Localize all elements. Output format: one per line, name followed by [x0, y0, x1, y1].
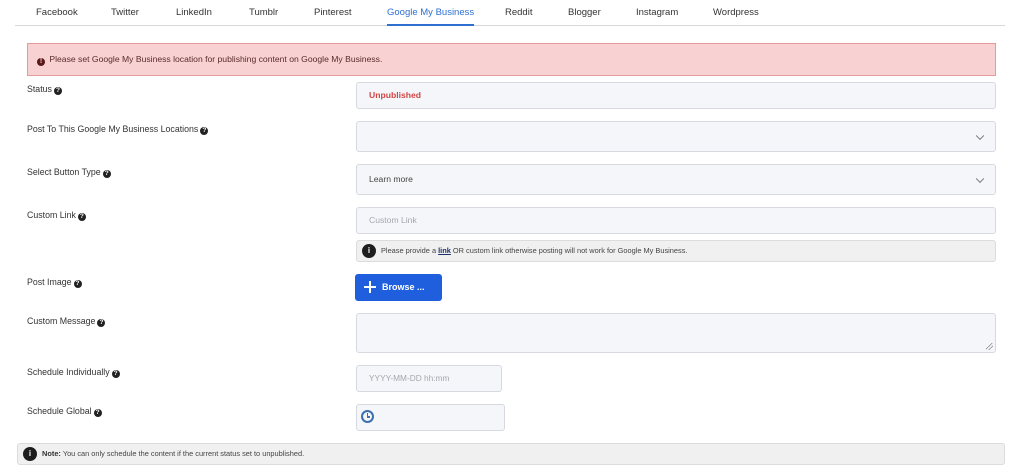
- custom-link-info: i Please provide a link OR custom link o…: [356, 240, 996, 262]
- tab-wordpress[interactable]: Wordpress: [713, 0, 759, 26]
- schedule-global-label: Schedule Global?: [27, 406, 102, 417]
- status-label: Status?: [27, 84, 62, 95]
- note-bold-label: Note:: [42, 449, 61, 458]
- button-type-select-value: Learn more: [369, 174, 413, 184]
- info-text-before: Please provide a: [381, 246, 437, 255]
- custom-message-label: Custom Message?: [27, 316, 106, 327]
- info-circle-icon: i: [362, 244, 376, 258]
- info-link[interactable]: link: [438, 246, 451, 255]
- post-image-label-text: Post Image: [27, 277, 72, 287]
- browse-button-label: Browse ...: [382, 282, 425, 292]
- question-circle-icon[interactable]: ?: [93, 409, 102, 417]
- button-type-label-text: Select Button Type: [27, 167, 101, 177]
- tab-blogger[interactable]: Blogger: [568, 0, 601, 26]
- tab-pinterest[interactable]: Pinterest: [314, 0, 352, 26]
- question-circle-icon[interactable]: ?: [200, 127, 209, 135]
- tab-twitter[interactable]: Twitter: [111, 0, 139, 26]
- custom-message-label-text: Custom Message: [27, 316, 96, 326]
- post-image-label: Post Image?: [27, 277, 82, 288]
- tab-facebook[interactable]: Facebook: [36, 0, 78, 26]
- button-type-select[interactable]: Learn more: [356, 164, 996, 195]
- locations-label-text: Post To This Google My Business Location…: [27, 124, 199, 134]
- schedule-note: i Note: You can only schedule the conten…: [17, 443, 1005, 465]
- clock-icon[interactable]: [361, 410, 374, 423]
- network-tabs: Facebook Twitter LinkedIn Tumblr Pintere…: [15, 0, 1005, 26]
- question-circle-icon[interactable]: ?: [97, 319, 106, 327]
- chevron-down-icon: [975, 174, 985, 183]
- question-circle-icon[interactable]: ?: [111, 370, 120, 378]
- status-value: Unpublished: [369, 90, 422, 100]
- button-type-label: Select Button Type?: [27, 167, 111, 178]
- tab-instagram[interactable]: Instagram: [636, 0, 678, 26]
- question-circle-icon[interactable]: ?: [53, 87, 62, 95]
- alert-text: Please set Google My Business location f…: [49, 54, 383, 64]
- exclamation-circle-icon: !: [37, 58, 45, 66]
- custom-message-textarea[interactable]: [356, 313, 996, 353]
- status-label-text: Status: [27, 84, 52, 94]
- question-circle-icon[interactable]: ?: [77, 213, 86, 221]
- locations-select[interactable]: [356, 121, 996, 152]
- schedule-individually-placeholder: YYYY-MM-DD hh:mm: [369, 373, 450, 383]
- plus-icon: [364, 281, 376, 293]
- custom-link-input[interactable]: Custom Link: [356, 207, 996, 234]
- schedule-individually-label-text: Schedule Individually: [27, 367, 110, 377]
- info-text-after: OR custom link otherwise posting will no…: [452, 246, 688, 255]
- note-text: You can only schedule the content if the…: [62, 449, 305, 458]
- locations-label: Post To This Google My Business Location…: [27, 124, 209, 135]
- schedule-global-input[interactable]: [356, 404, 505, 431]
- custom-link-label: Custom Link?: [27, 210, 86, 221]
- status-field: Unpublished: [356, 82, 996, 109]
- schedule-individually-label: Schedule Individually?: [27, 367, 120, 378]
- question-circle-icon[interactable]: ?: [102, 170, 111, 178]
- chevron-down-icon: [975, 131, 985, 140]
- browse-button[interactable]: Browse ...: [355, 274, 442, 301]
- location-warning-alert: ! Please set Google My Business location…: [27, 43, 996, 76]
- info-circle-icon: i: [23, 447, 37, 461]
- tab-google-my-business[interactable]: Google My Business: [387, 0, 475, 26]
- schedule-individually-input[interactable]: YYYY-MM-DD hh:mm: [356, 365, 502, 392]
- custom-link-placeholder: Custom Link: [369, 215, 417, 225]
- custom-link-label-text: Custom Link: [27, 210, 76, 220]
- tab-tumblr[interactable]: Tumblr: [249, 0, 278, 26]
- schedule-global-label-text: Schedule Global: [27, 406, 92, 416]
- tab-reddit[interactable]: Reddit: [505, 0, 532, 26]
- question-circle-icon[interactable]: ?: [73, 280, 82, 288]
- tab-linkedin[interactable]: LinkedIn: [176, 0, 212, 26]
- resize-grip-icon[interactable]: [986, 343, 993, 350]
